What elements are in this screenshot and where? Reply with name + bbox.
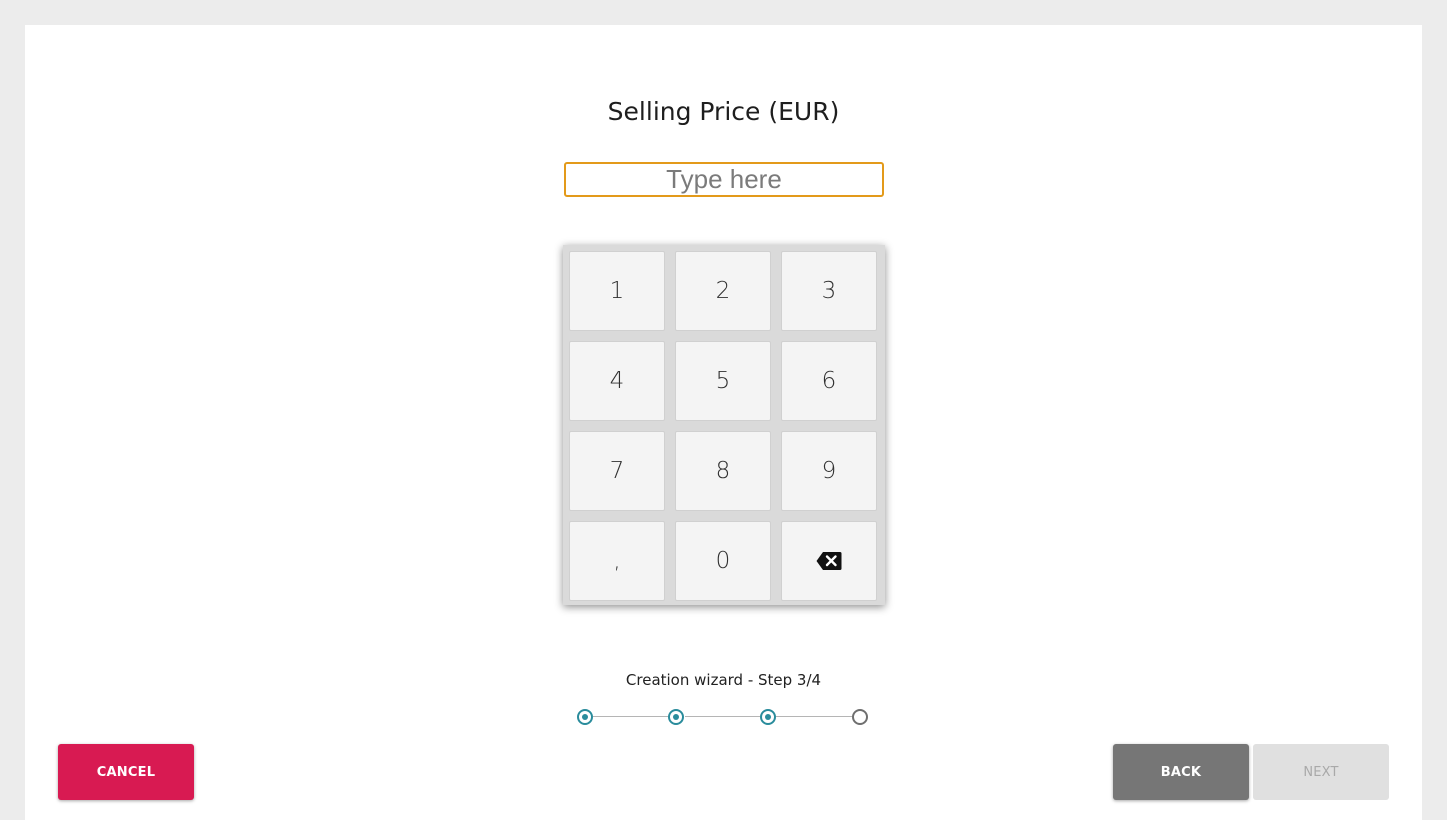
wizard-panel: Selling Price (EUR) 1 2 3 4 5 6 7 8 9 , … [25,25,1422,820]
key-comma[interactable]: , [569,521,665,601]
step-4-indicator [852,709,868,725]
backspace-key[interactable] [781,521,877,601]
key-7[interactable]: 7 [569,431,665,511]
key-0[interactable]: 0 [675,521,771,601]
step-connector [685,716,760,717]
key-9[interactable]: 9 [781,431,877,511]
key-8[interactable]: 8 [675,431,771,511]
cancel-button[interactable]: CANCEL [58,744,194,800]
step-1-indicator [577,709,593,725]
key-6[interactable]: 6 [781,341,877,421]
selling-price-input[interactable] [564,162,884,197]
wizard-step-label: Creation wizard - Step 3/4 [625,671,822,689]
key-5[interactable]: 5 [675,341,771,421]
wizard-stepper [576,708,876,728]
back-button[interactable]: BACK [1113,744,1249,800]
page-title: Selling Price (EUR) [607,97,840,126]
key-2[interactable]: 2 [675,251,771,331]
numeric-keypad: 1 2 3 4 5 6 7 8 9 , 0 [563,245,885,605]
step-2-indicator [668,709,684,725]
backspace-icon [816,552,842,570]
key-1[interactable]: 1 [569,251,665,331]
step-connector [593,716,668,717]
key-3[interactable]: 3 [781,251,877,331]
next-button[interactable]: NEXT [1253,744,1389,800]
step-3-indicator [760,709,776,725]
step-connector [776,716,852,717]
key-4[interactable]: 4 [569,341,665,421]
